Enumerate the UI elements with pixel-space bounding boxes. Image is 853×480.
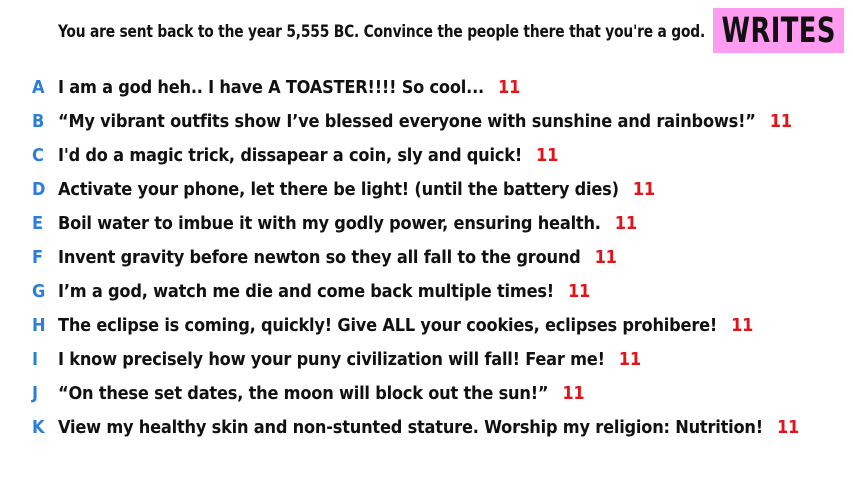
answer-text: I know precisely how your puny civilizat…: [58, 349, 641, 370]
answer-score: 11: [632, 178, 655, 200]
answer-score: 11: [562, 382, 585, 404]
answer-body: I know precisely how your puny civilizat…: [58, 348, 605, 370]
answer-text: “On these set dates, the moon will block…: [58, 382, 585, 404]
answer-body: The eclipse is coming, quickly! Give ALL…: [58, 314, 718, 336]
answer-body: View my healthy skin and non-stunted sta…: [58, 416, 763, 438]
answer-letter: A: [32, 76, 45, 98]
answer-score: 11: [769, 110, 792, 132]
answer-text: I'd do a magic trick, dissapear a coin, …: [58, 145, 558, 166]
answer-letter: I: [32, 348, 39, 370]
answer-body: Boil water to imbue it with my godly pow…: [58, 212, 601, 234]
answer-letter: J: [32, 382, 39, 404]
answer-score: 11: [567, 280, 591, 302]
answer-score: 11: [776, 416, 800, 438]
answer-letter: C: [32, 144, 44, 166]
answer-text: I’m a god, watch me die and come back mu…: [58, 281, 590, 302]
answer-score: 11: [536, 144, 559, 166]
answer-body: I'd do a magic trick, dissapear a coin, …: [58, 144, 523, 166]
answer-body: Activate your phone, let there be light!…: [58, 178, 619, 200]
answer-text: I am a god heh.. I have A TOASTER!!!! So…: [58, 77, 520, 98]
answer-body: I am a god heh.. I have A TOASTER!!!! So…: [58, 76, 484, 98]
answer-score: 11: [614, 212, 637, 234]
answer-letter: K: [32, 416, 45, 438]
answer-body: I’m a god, watch me die and come back mu…: [58, 280, 554, 302]
mode-badge: WRITES: [713, 8, 844, 53]
answer-body: Invent gravity before newton so they all…: [58, 246, 581, 268]
answer-score: 11: [618, 348, 641, 370]
answer-letter: G: [32, 280, 46, 302]
answer-score: 11: [731, 314, 754, 336]
answer-score: 11: [594, 246, 617, 268]
prompt-text: You are sent back to the year 5,555 BC. …: [58, 22, 706, 42]
answer-letter: E: [32, 212, 44, 234]
answer-text: Activate your phone, let there be light!…: [58, 179, 655, 200]
answer-letter: F: [32, 246, 44, 268]
answer-body: “On these set dates, the moon will block…: [58, 382, 549, 404]
answer-letter: H: [32, 314, 46, 336]
answer-text: The eclipse is coming, quickly! Give ALL…: [58, 315, 753, 336]
answer-score: 11: [498, 76, 521, 98]
answer-letter: B: [32, 110, 45, 132]
answer-text: Invent gravity before newton so they all…: [58, 247, 617, 268]
answer-text: Boil water to imbue it with my godly pow…: [58, 213, 637, 234]
answer-letter: D: [32, 178, 46, 200]
answer-body: “My vibrant outfits show I’ve blessed ev…: [58, 110, 756, 132]
answer-text: “My vibrant outfits show I’ve blessed ev…: [58, 111, 792, 132]
mode-label: WRITES: [721, 10, 836, 51]
answer-text: View my healthy skin and non-stunted sta…: [58, 417, 799, 438]
